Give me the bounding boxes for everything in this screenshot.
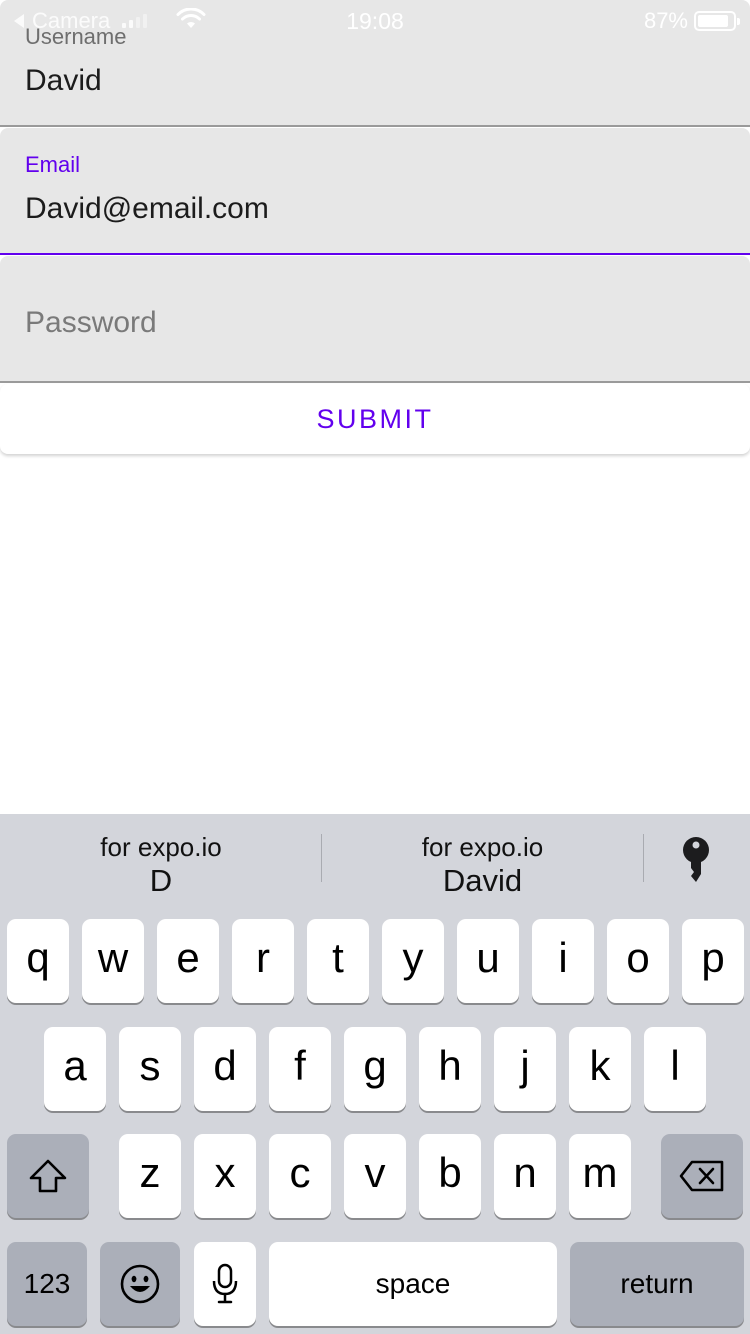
return-key[interactable]: return xyxy=(570,1242,744,1326)
submit-button[interactable]: SUBMIT xyxy=(0,384,750,454)
keyboard: for expo.io D for expo.io David qwertyui… xyxy=(0,814,750,1334)
email-label: Email xyxy=(25,152,81,177)
numbers-key[interactable]: 123 xyxy=(7,1242,87,1326)
suggestion-text: D xyxy=(149,863,173,898)
battery-percent: 87% xyxy=(643,8,688,33)
key-n[interactable]: n xyxy=(494,1134,556,1218)
suggestion-text: David xyxy=(442,863,523,898)
microphone-icon xyxy=(212,1263,238,1304)
suggestion-source: for expo.io xyxy=(421,832,544,862)
delete-icon xyxy=(679,1160,724,1192)
key-u[interactable]: u xyxy=(457,919,519,1003)
key-e[interactable]: e xyxy=(157,919,219,1003)
screen: Camera 19:08 87% Username David Email Da… xyxy=(0,0,750,1334)
key-g[interactable]: g xyxy=(344,1027,406,1111)
key-l[interactable]: l xyxy=(644,1027,706,1111)
key-p[interactable]: p xyxy=(682,919,744,1003)
emoji-key[interactable] xyxy=(100,1242,180,1326)
shift-key[interactable] xyxy=(7,1134,89,1218)
key-c[interactable]: c xyxy=(269,1134,331,1218)
key-b[interactable]: b xyxy=(419,1134,481,1218)
key-d[interactable]: d xyxy=(194,1027,256,1111)
password-placeholder: Password xyxy=(25,306,157,339)
emoji-icon xyxy=(120,1264,160,1304)
shift-icon xyxy=(29,1159,67,1193)
key-j[interactable]: j xyxy=(494,1027,556,1111)
key-f[interactable]: f xyxy=(269,1027,331,1111)
key-x[interactable]: x xyxy=(194,1134,256,1218)
battery-fill xyxy=(698,15,728,27)
battery-icon xyxy=(694,11,740,31)
key-h[interactable]: h xyxy=(419,1027,481,1111)
key-i[interactable]: i xyxy=(532,919,594,1003)
key-z[interactable]: z xyxy=(119,1134,181,1218)
key-q[interactable]: q xyxy=(7,919,69,1003)
suggestion-d[interactable]: for expo.io D xyxy=(0,832,322,900)
key-r[interactable]: r xyxy=(232,919,294,1003)
email-value: David@email.com xyxy=(25,192,269,225)
microphone-key[interactable] xyxy=(194,1242,256,1326)
delete-key[interactable] xyxy=(661,1134,743,1218)
username-value: David xyxy=(25,64,102,97)
key-v[interactable]: v xyxy=(344,1134,406,1218)
key-icon[interactable] xyxy=(680,836,712,886)
suggestion-bar: for expo.io D for expo.io David xyxy=(0,814,750,904)
key-s[interactable]: s xyxy=(119,1027,181,1111)
status-bar: Camera 19:08 87% xyxy=(0,0,750,40)
suggestion-david[interactable]: for expo.io David xyxy=(322,832,643,900)
status-time: 19:08 xyxy=(346,8,404,34)
key-w[interactable]: w xyxy=(82,919,144,1003)
key-a[interactable]: a xyxy=(44,1027,106,1111)
email-field[interactable]: Email David@email.com xyxy=(0,128,750,255)
password-field[interactable]: Password xyxy=(0,256,750,383)
key-o[interactable]: o xyxy=(607,919,669,1003)
space-key[interactable]: space xyxy=(269,1242,557,1326)
key-y[interactable]: y xyxy=(382,919,444,1003)
suggestion-divider xyxy=(643,834,644,882)
suggestion-source: for expo.io xyxy=(100,832,222,862)
key-m[interactable]: m xyxy=(569,1134,631,1218)
key-t[interactable]: t xyxy=(307,919,369,1003)
key-k[interactable]: k xyxy=(569,1027,631,1111)
